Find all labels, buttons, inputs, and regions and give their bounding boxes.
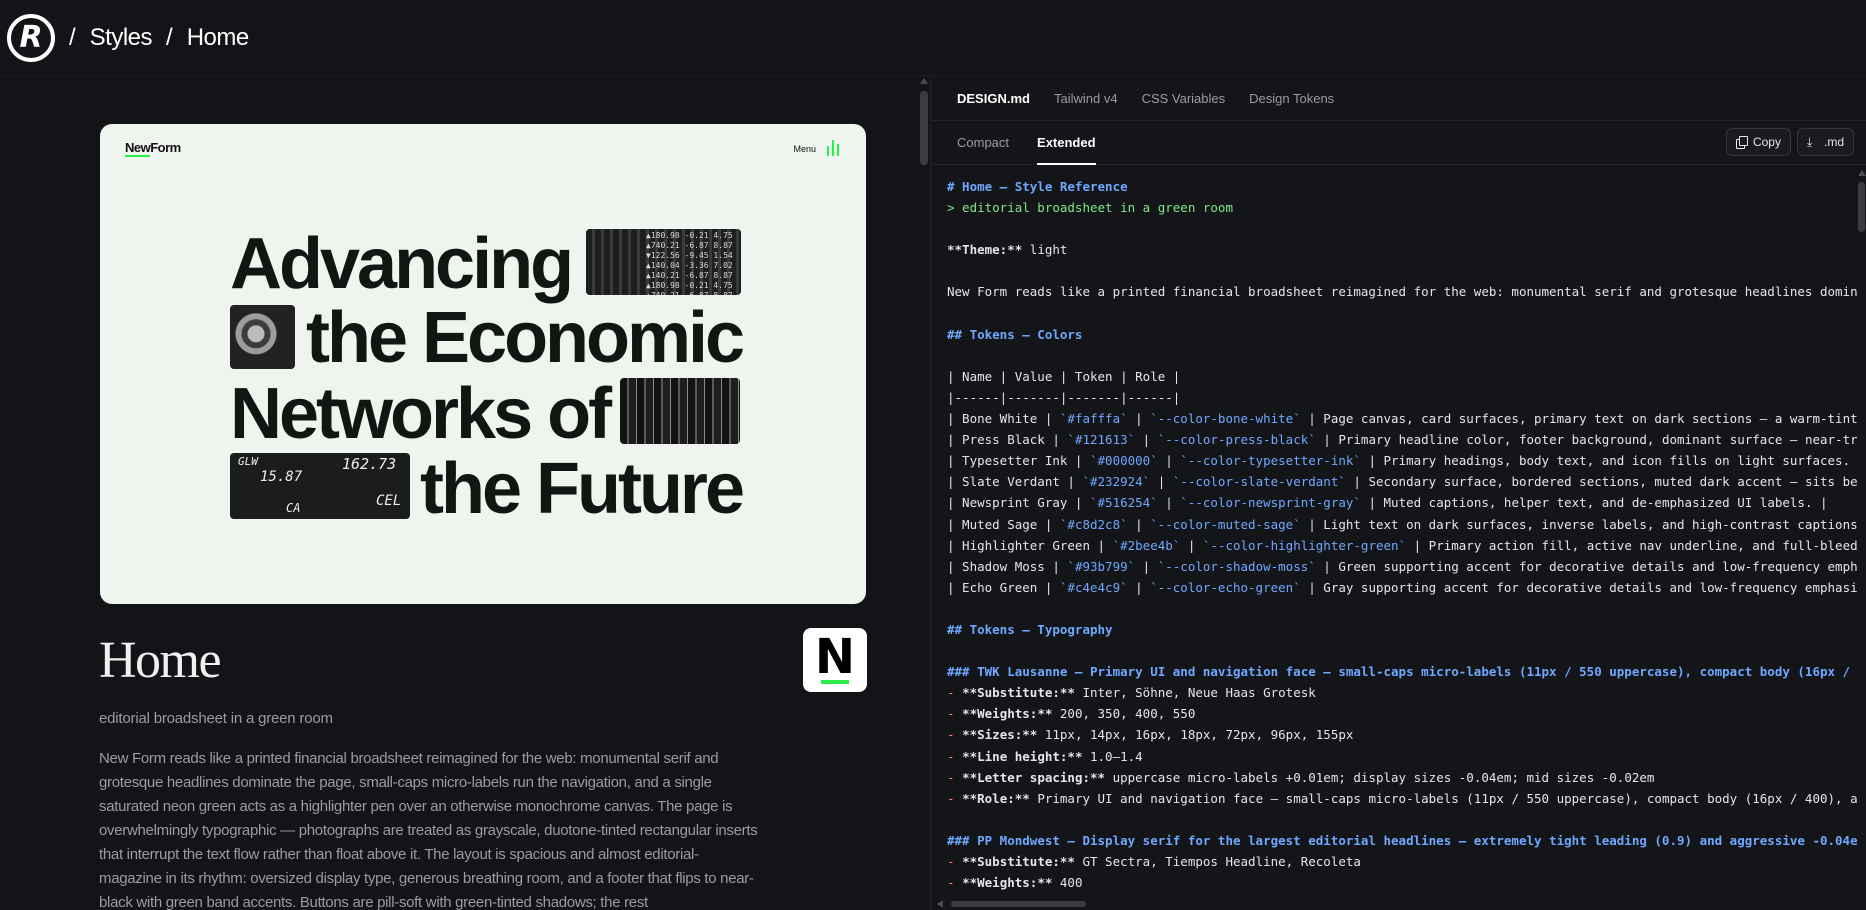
code-horizontal-scrollbar[interactable] [931,896,1857,910]
code-line: | Echo Green | `#c4e4c9` | `--color-echo… [947,579,1857,595]
code-line: **Theme:** light [947,242,1068,258]
board-text-glw: GLW [238,455,258,468]
copy-button[interactable]: Copy [1725,128,1791,156]
preview-headline-line-3: Networks of [230,374,612,454]
preview-headline-line-2: the Economic [306,298,745,378]
code-line: - **Line height:** 1.0–1.4 [947,748,1143,764]
code-vertical-scrollbar[interactable] [1856,166,1866,894]
code-line: | Slate Verdant | `#232924` | `--color-s… [947,474,1857,490]
board-text-cel: CEL [376,493,402,509]
code-line: | Name | Value | Token | Role | [947,368,1181,384]
code-line: - **Substitute:** GT Sectra, Tiempos Hea… [947,854,1361,869]
code-line: |------|-------|-------|------| [947,389,1181,405]
code-line: - **Sizes:** 11px, 14px, 16px, 18px, 72p… [947,727,1354,743]
ticker-board-image: GLW 15.87 162.73 CA CEL [230,453,410,519]
download-md-button[interactable]: ⤓ .md [1796,128,1854,156]
preview-headline-line-4: the Future [420,449,745,529]
n-logo-icon: N [814,629,856,685]
download-icon: ⤓ [1806,135,1813,149]
preview-menu-label: Menu [793,144,816,154]
copy-icon [1735,136,1748,149]
tab-design-tokens[interactable]: Design Tokens [1249,91,1334,106]
tab-extended[interactable]: Extended [1037,121,1096,165]
tab-compact[interactable]: Compact [957,121,1009,165]
code-line: | Newsprint Gray | `#516254` | `--color-… [947,495,1828,511]
board-text-price-2: 162.73 [342,455,397,473]
code-line: > editorial broadsheet in a green room [947,200,1233,216]
code-line: | Highlighter Green | `#2bee4b` | `--col… [947,537,1857,553]
preview-headline-line-1: Advancing [230,224,574,304]
gears-image [230,305,295,369]
code-line: ## Tokens — Typography [947,621,1113,637]
page-description: New Form reads like a printed financial … [99,750,758,910]
scrollbar-thumb[interactable] [1858,182,1865,232]
code-line: | Typesetter Ink | `#000000` | `--color-… [947,453,1857,469]
left-pane-scrollbar[interactable] [920,77,928,910]
code-line: | Muted Sage | `#c8d2c8` | `--color-mute… [947,516,1857,532]
code-line: - **Role:** Primary UI and navigation fa… [947,790,1857,806]
code-line: ### PP Mondwest — Display serif for the … [947,832,1857,848]
style-reference-pane: DESIGN.md Tailwind v4 CSS Variables Desi… [930,77,1866,910]
breadcrumb-styles[interactable]: Styles [90,24,153,52]
code-line: - **Weights:** 200, 350, 400, 550 [947,706,1196,722]
stock-ticker-text: ▲180.98 -0.21 4.75 ▲740.21 -6.87 8.87 ▼1… [586,229,741,295]
breadcrumb-home: Home [186,23,250,51]
code-line: | Press Black | `#121613` | `--color-pre… [947,432,1857,448]
design-md-code-view[interactable]: # Home — Style Reference > editorial broa… [931,166,1857,894]
code-line: ## Tokens — Colors [947,326,1083,342]
scroll-up-arrow-icon[interactable] [1858,170,1866,176]
code-line: | Bone White | `#fafffa` | `--color-bone… [947,411,1857,427]
page-tagline: editorial broadsheet in a green room [99,710,333,727]
code-line: | Shadow Moss | `#93b799` | `--color-sha… [947,558,1857,574]
site-favicon-badge: N [803,628,867,692]
tab-design-md[interactable]: DESIGN.md [957,91,1030,106]
code-line: # Home — Style Reference [947,179,1128,194]
code-line: ### TWK Lausanne — Primary UI and naviga… [947,664,1857,680]
preview-pane: NewForm Menu Advancing ▲180.98 -0.21 4.7… [0,77,920,910]
preview-brand-logo: NewForm [125,140,181,157]
format-tabs: DESIGN.md Tailwind v4 CSS Variables Desi… [931,77,1866,121]
copy-button-label: Copy [1752,135,1781,149]
scrollbar-thumb[interactable] [920,91,928,165]
page-title: Home [99,632,222,689]
code-actions: Copy ⤓ .md [1725,128,1854,156]
download-button-label: .md [1823,135,1844,149]
breadcrumb-separator: / [69,23,76,51]
n-logo-underline [821,680,849,684]
board-text-price-1: 15.87 [260,469,303,485]
stock-ticker-image: ▲180.98 -0.21 4.75 ▲740.21 -6.87 8.87 ▼1… [586,229,741,295]
breadcrumb-separator: / [166,23,173,51]
scroll-left-arrow-icon[interactable] [937,900,943,908]
top-bar: R / Styles / Home [0,0,1866,76]
code-line: - **Letter spacing:** uppercase micro-la… [947,769,1655,785]
scroll-up-arrow-icon[interactable] [920,78,928,84]
tab-css-variables[interactable]: CSS Variables [1142,91,1226,106]
server-rack-image [620,378,740,444]
site-preview-card: NewForm Menu Advancing ▲180.98 -0.21 4.7… [100,124,866,604]
code-line: New Form reads like a printed financial … [947,284,1857,300]
code-line: - **Weights:** 400 [947,875,1083,891]
preview-menu-bars-icon [827,140,841,156]
code-line: - **Substitute:** Inter, Söhne, Neue Haa… [947,685,1316,701]
scrollbar-thumb[interactable] [951,901,1086,907]
board-text-ca: CA [286,501,301,515]
registered-logo-icon[interactable]: R [7,13,55,62]
tab-tailwind-v4[interactable]: Tailwind v4 [1054,91,1118,106]
